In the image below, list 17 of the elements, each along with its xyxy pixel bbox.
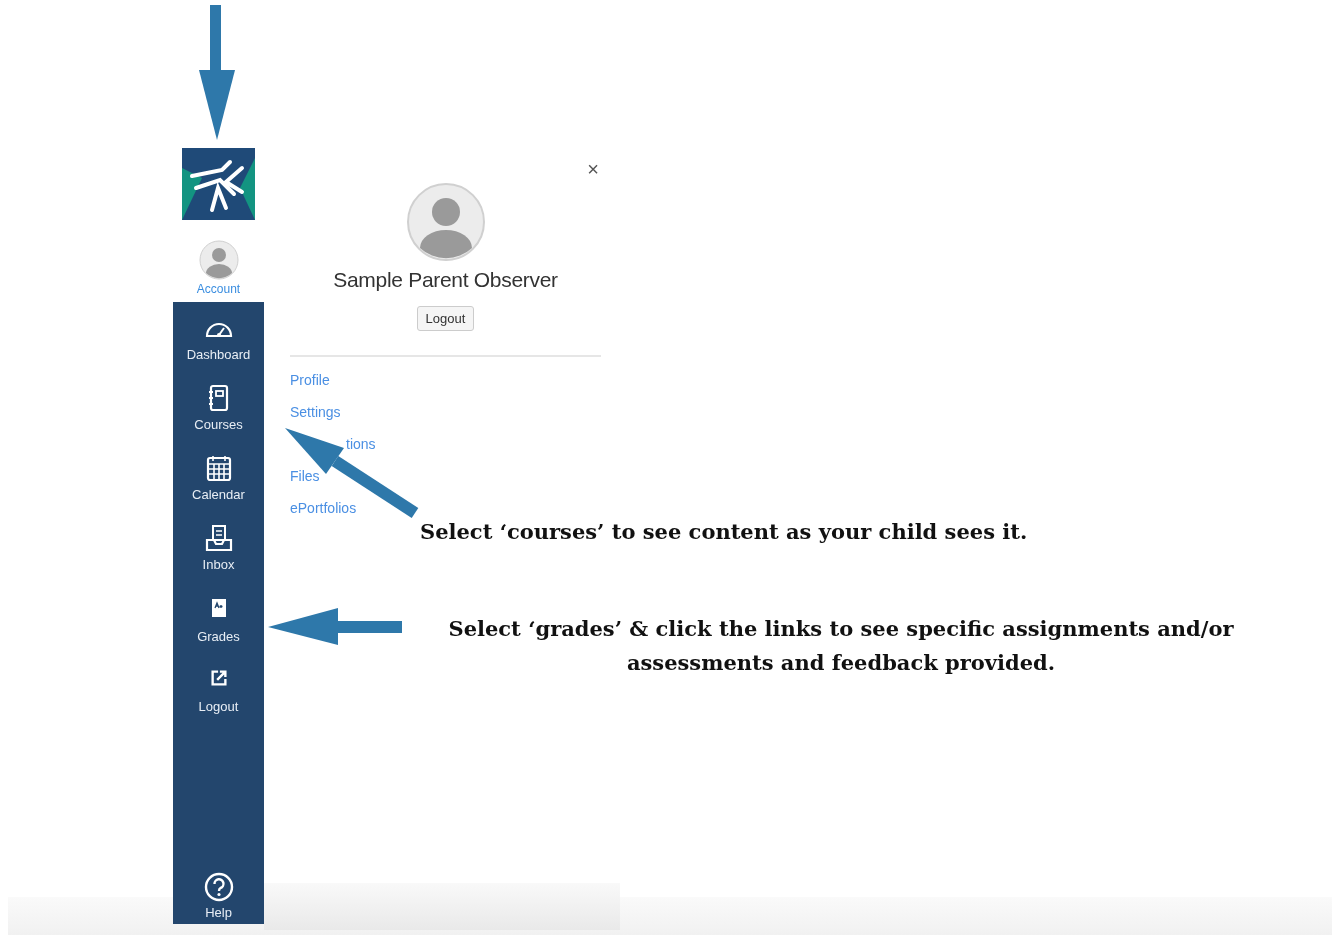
callout-text: Select ‘grades’ & click the links to see specific assignments and/or assessments and feedback provided. xyxy=(447,615,1235,677)
logout-button[interactable]: Logout xyxy=(416,306,475,331)
nav-item[interactable]: Dashboard xyxy=(173,314,264,384)
nav-item[interactable]: Logout xyxy=(173,664,264,734)
nav-item[interactable]: Grades xyxy=(173,594,264,664)
close-button[interactable]: × xyxy=(587,158,599,181)
nav-item[interactable]: Inbox xyxy=(173,524,264,594)
avatar-icon xyxy=(405,182,486,262)
avatar-icon xyxy=(198,240,239,280)
help-icon xyxy=(203,872,234,902)
help-nav-item[interactable]: Help xyxy=(203,872,234,920)
nav-item[interactable]: Courses xyxy=(173,384,264,454)
nav-item[interactable]: Calendar xyxy=(173,454,264,524)
external-link-icon xyxy=(208,667,229,689)
user-name: Sample Parent Observer xyxy=(333,268,558,292)
callout-text: Select ‘courses’ to see content as your child sees it. xyxy=(420,519,1028,544)
inbox-tray-icon xyxy=(203,524,234,552)
